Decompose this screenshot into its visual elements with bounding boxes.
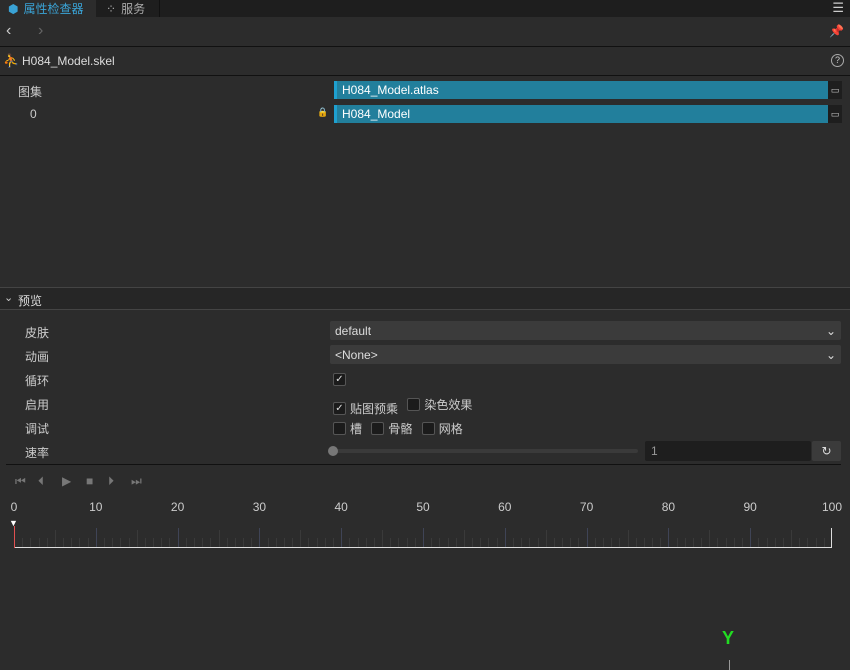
tab-bar: ⬢ 属性检查器 ⁘ 服务 ☰ [0,0,850,17]
speed-slider[interactable] [330,449,638,453]
animation-value: <None> [335,347,378,362]
grid-icon: ⁘ [106,1,117,16]
last-frame-icon[interactable]: ⏭ [131,474,142,489]
timeline-tick-label: 10 [89,500,103,514]
tab-label: 属性检查器 [23,2,84,16]
premultiplied-checkbox[interactable]: ✓ [333,402,346,415]
texture-field[interactable]: H084_Model [334,105,828,123]
timeline-tick-label: 0 [10,500,18,514]
playhead[interactable] [14,526,15,548]
debug-label: 调试 [25,422,50,436]
prev-frame-icon[interactable]: ⏴ [38,474,44,489]
stop-icon[interactable]: ■ [86,474,93,488]
back-button[interactable]: ‹ [6,22,11,40]
atlas-label: 图集 [18,85,43,99]
next-frame-icon[interactable]: ⏵ [108,474,114,489]
tint-checkbox[interactable] [407,398,421,411]
slots-label: 槽 [350,422,363,436]
animation-label: 动画 [25,350,50,364]
chevron-down-icon: ⌄ [825,323,836,338]
play-icon[interactable]: ▶ [62,474,71,488]
premultiplied-label: 贴图预乘 [350,402,399,416]
timeline-tick-label: 100 [821,500,843,514]
inspector-icon: ⬢ [8,1,19,16]
help-icon[interactable]: ? [831,54,844,67]
skin-select[interactable]: default ⌄ [330,321,841,340]
tint-label: 染色效果 [424,398,473,412]
timeline-tick-label: 90 [743,500,757,514]
asset-picker-icon[interactable]: ▭ [828,105,842,123]
atlas-field[interactable]: H084_Model.atlas [334,81,828,99]
tab-services[interactable]: ⁘ 服务 [98,0,160,17]
tab-inspector[interactable]: ⬢ 属性检查器 [0,0,96,17]
asset-name: H084_Model.skel [22,54,115,68]
timeline-tick-label: 80 [661,500,676,514]
lock-icon: 🔒 [317,107,329,117]
preview-header[interactable]: ⌄ 预览 [0,288,850,310]
preview-title: 预览 [18,294,43,308]
forward-button[interactable]: › [38,22,43,40]
menu-icon[interactable]: ☰ [832,0,844,16]
loop-label: 循环 [25,374,50,388]
reset-icon[interactable]: ↻ [812,441,841,461]
timeline-tick-label: 30 [252,500,267,514]
speed-slider-handle[interactable] [328,446,338,456]
index-label: 0 [30,107,37,121]
playhead-marker-icon[interactable]: ▼ [9,518,18,528]
asset-picker-icon[interactable]: ▭ [828,81,842,99]
y-axis-line [729,660,730,670]
timeline-tick-label: 70 [579,500,594,514]
timeline-tick-label: 20 [170,500,185,514]
timeline-tick-label: 60 [498,500,512,514]
speed-input[interactable]: 1 [645,441,811,461]
mesh-label: 网格 [438,422,463,436]
spine-icon: ⛹ [3,53,20,68]
animation-select[interactable]: <None> ⌄ [330,345,841,364]
timeline-tick-label: 50 [416,500,430,514]
bones-label: 骨骼 [388,422,413,436]
loop-checkbox[interactable]: ✓ [333,373,346,387]
slots-checkbox[interactable] [333,422,346,435]
pin-icon[interactable]: 📌 [829,24,844,38]
enable-label: 启用 [25,398,50,412]
tab-label: 服务 [121,2,146,16]
speed-label: 速率 [25,446,50,460]
first-frame-icon[interactable]: ⏮ [15,474,26,489]
skin-label: 皮肤 [25,326,50,340]
timeline-track[interactable] [14,528,832,548]
skin-value: default [335,323,372,338]
timeline-tick-label: 40 [334,500,348,514]
bones-checkbox[interactable] [371,422,385,435]
mesh-checkbox[interactable] [421,422,435,435]
y-axis-label: Y [722,628,735,648]
chevron-down-icon: ⌄ [825,347,836,362]
chevron-down-icon: ⌄ [4,292,14,304]
